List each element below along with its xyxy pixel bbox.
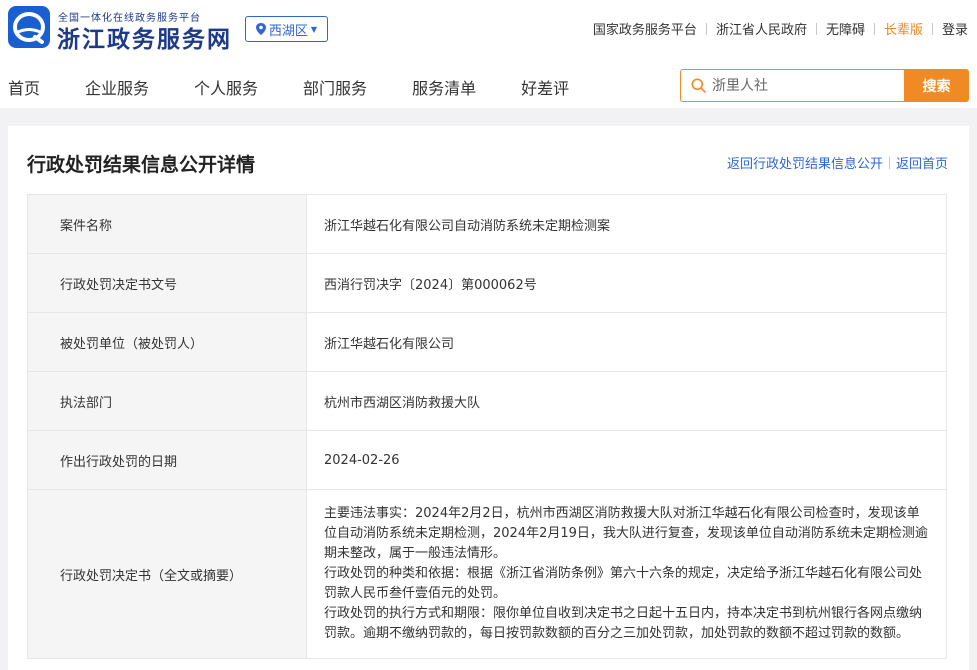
nav-service-list[interactable]: 服务清单	[412, 75, 476, 99]
divider	[705, 22, 707, 35]
row-label: 行政处罚决定书文号	[27, 253, 307, 313]
decision-paragraph: 主要违法事实：2024年2月2日，杭州市西湖区消防救援大队对浙江华越石化有限公司…	[324, 506, 928, 561]
site-name[interactable]: 浙江政务服务网	[57, 20, 232, 54]
row-label: 执法部门	[27, 371, 307, 431]
divider	[815, 22, 817, 35]
return-links: 返回行政处罚结果信息公开 返回首页	[727, 153, 948, 172]
link-elder-mode[interactable]: 长辈版	[884, 19, 923, 38]
location-pin-icon	[255, 23, 266, 35]
caret-down-icon: ▼	[310, 24, 318, 34]
search-button[interactable]: 搜索	[904, 69, 969, 102]
link-back-home[interactable]: 返回首页	[896, 153, 948, 172]
penalty-detail-table: 案件名称 浙江华越石化有限公司自动消防系统未定期检测案 行政处罚决定书文号 西消…	[27, 194, 947, 659]
table-row: 案件名称 浙江华越石化有限公司自动消防系统未定期检测案	[27, 194, 947, 254]
nav-personal[interactable]: 个人服务	[194, 75, 258, 99]
row-label: 案件名称	[27, 194, 307, 254]
search-box	[680, 69, 904, 102]
link-province-government[interactable]: 浙江省人民政府	[716, 19, 807, 38]
nav-department[interactable]: 部门服务	[303, 75, 367, 99]
row-value: 杭州市西湖区消防救援大队	[306, 371, 947, 431]
table-row: 行政处罚决定书文号 西消行罚决字〔2024〕第000062号	[27, 253, 947, 313]
link-accessible[interactable]: 无障碍	[826, 19, 865, 38]
region-selector[interactable]: 西湖区 ▼	[245, 16, 328, 42]
table-row: 作出行政处罚的日期 2024-02-26	[27, 430, 947, 490]
row-label: 行政处罚决定书（全文或摘要）	[27, 489, 307, 659]
nav-enterprise[interactable]: 企业服务	[85, 75, 149, 99]
row-label: 作出行政处罚的日期	[27, 430, 307, 490]
divider	[873, 22, 875, 35]
main-nav: 首页 企业服务 个人服务 部门服务 服务清单 好差评	[8, 75, 614, 99]
nav-home[interactable]: 首页	[8, 75, 40, 99]
row-label: 被处罚单位（被处罚人）	[27, 312, 307, 372]
link-login[interactable]: 登录	[942, 19, 968, 38]
table-row: 执法部门 杭州市西湖区消防救援大队	[27, 371, 947, 431]
search-input[interactable]	[712, 77, 892, 94]
top-links: 国家政务服务平台 浙江省人民政府 无障碍 长辈版 登录	[593, 19, 968, 38]
decision-paragraph: 行政处罚的执行方式和期限：限你单位自收到决定书之日起十五日内，持本决定书到杭州银…	[324, 606, 923, 641]
region-label: 西湖区	[268, 23, 308, 39]
link-back-list[interactable]: 返回行政处罚结果信息公开	[727, 153, 883, 172]
row-value: 西消行罚决字〔2024〕第000062号	[306, 253, 947, 313]
row-value: 浙江华越石化有限公司自动消防系统未定期检测案	[306, 194, 947, 254]
page-title: 行政处罚结果信息公开详情	[27, 154, 256, 176]
table-row-decision: 行政处罚决定书（全文或摘要） 主要违法事实：2024年2月2日，杭州市西湖区消防…	[27, 489, 947, 659]
divider	[931, 22, 933, 35]
search-bar: 搜索	[680, 69, 969, 102]
row-value: 2024-02-26	[306, 430, 947, 490]
table-row: 被处罚单位（被处罚人） 浙江华越石化有限公司	[27, 312, 947, 372]
row-value: 浙江华越石化有限公司	[306, 312, 947, 372]
nav-evaluation[interactable]: 好差评	[521, 75, 569, 99]
decision-text: 主要违法事实：2024年2月2日，杭州市西湖区消防救援大队对浙江华越石化有限公司…	[306, 489, 947, 659]
site-header: 全国一体化在线政务服务平台 浙江政务服务网 西湖区 ▼ 国家政务服务平台 浙江省…	[0, 0, 977, 108]
content-card: 行政处罚结果信息公开详情 返回行政处罚结果信息公开 返回首页 案件名称 浙江华越…	[8, 126, 969, 670]
divider	[888, 156, 890, 169]
link-national-platform[interactable]: 国家政务服务平台	[593, 19, 697, 38]
site-logo-icon[interactable]	[8, 6, 50, 48]
search-icon	[691, 78, 706, 93]
decision-paragraph: 行政处罚的种类和依据：根据《浙江省消防条例》第六十六条的规定，决定给予浙江华越石…	[324, 566, 923, 601]
